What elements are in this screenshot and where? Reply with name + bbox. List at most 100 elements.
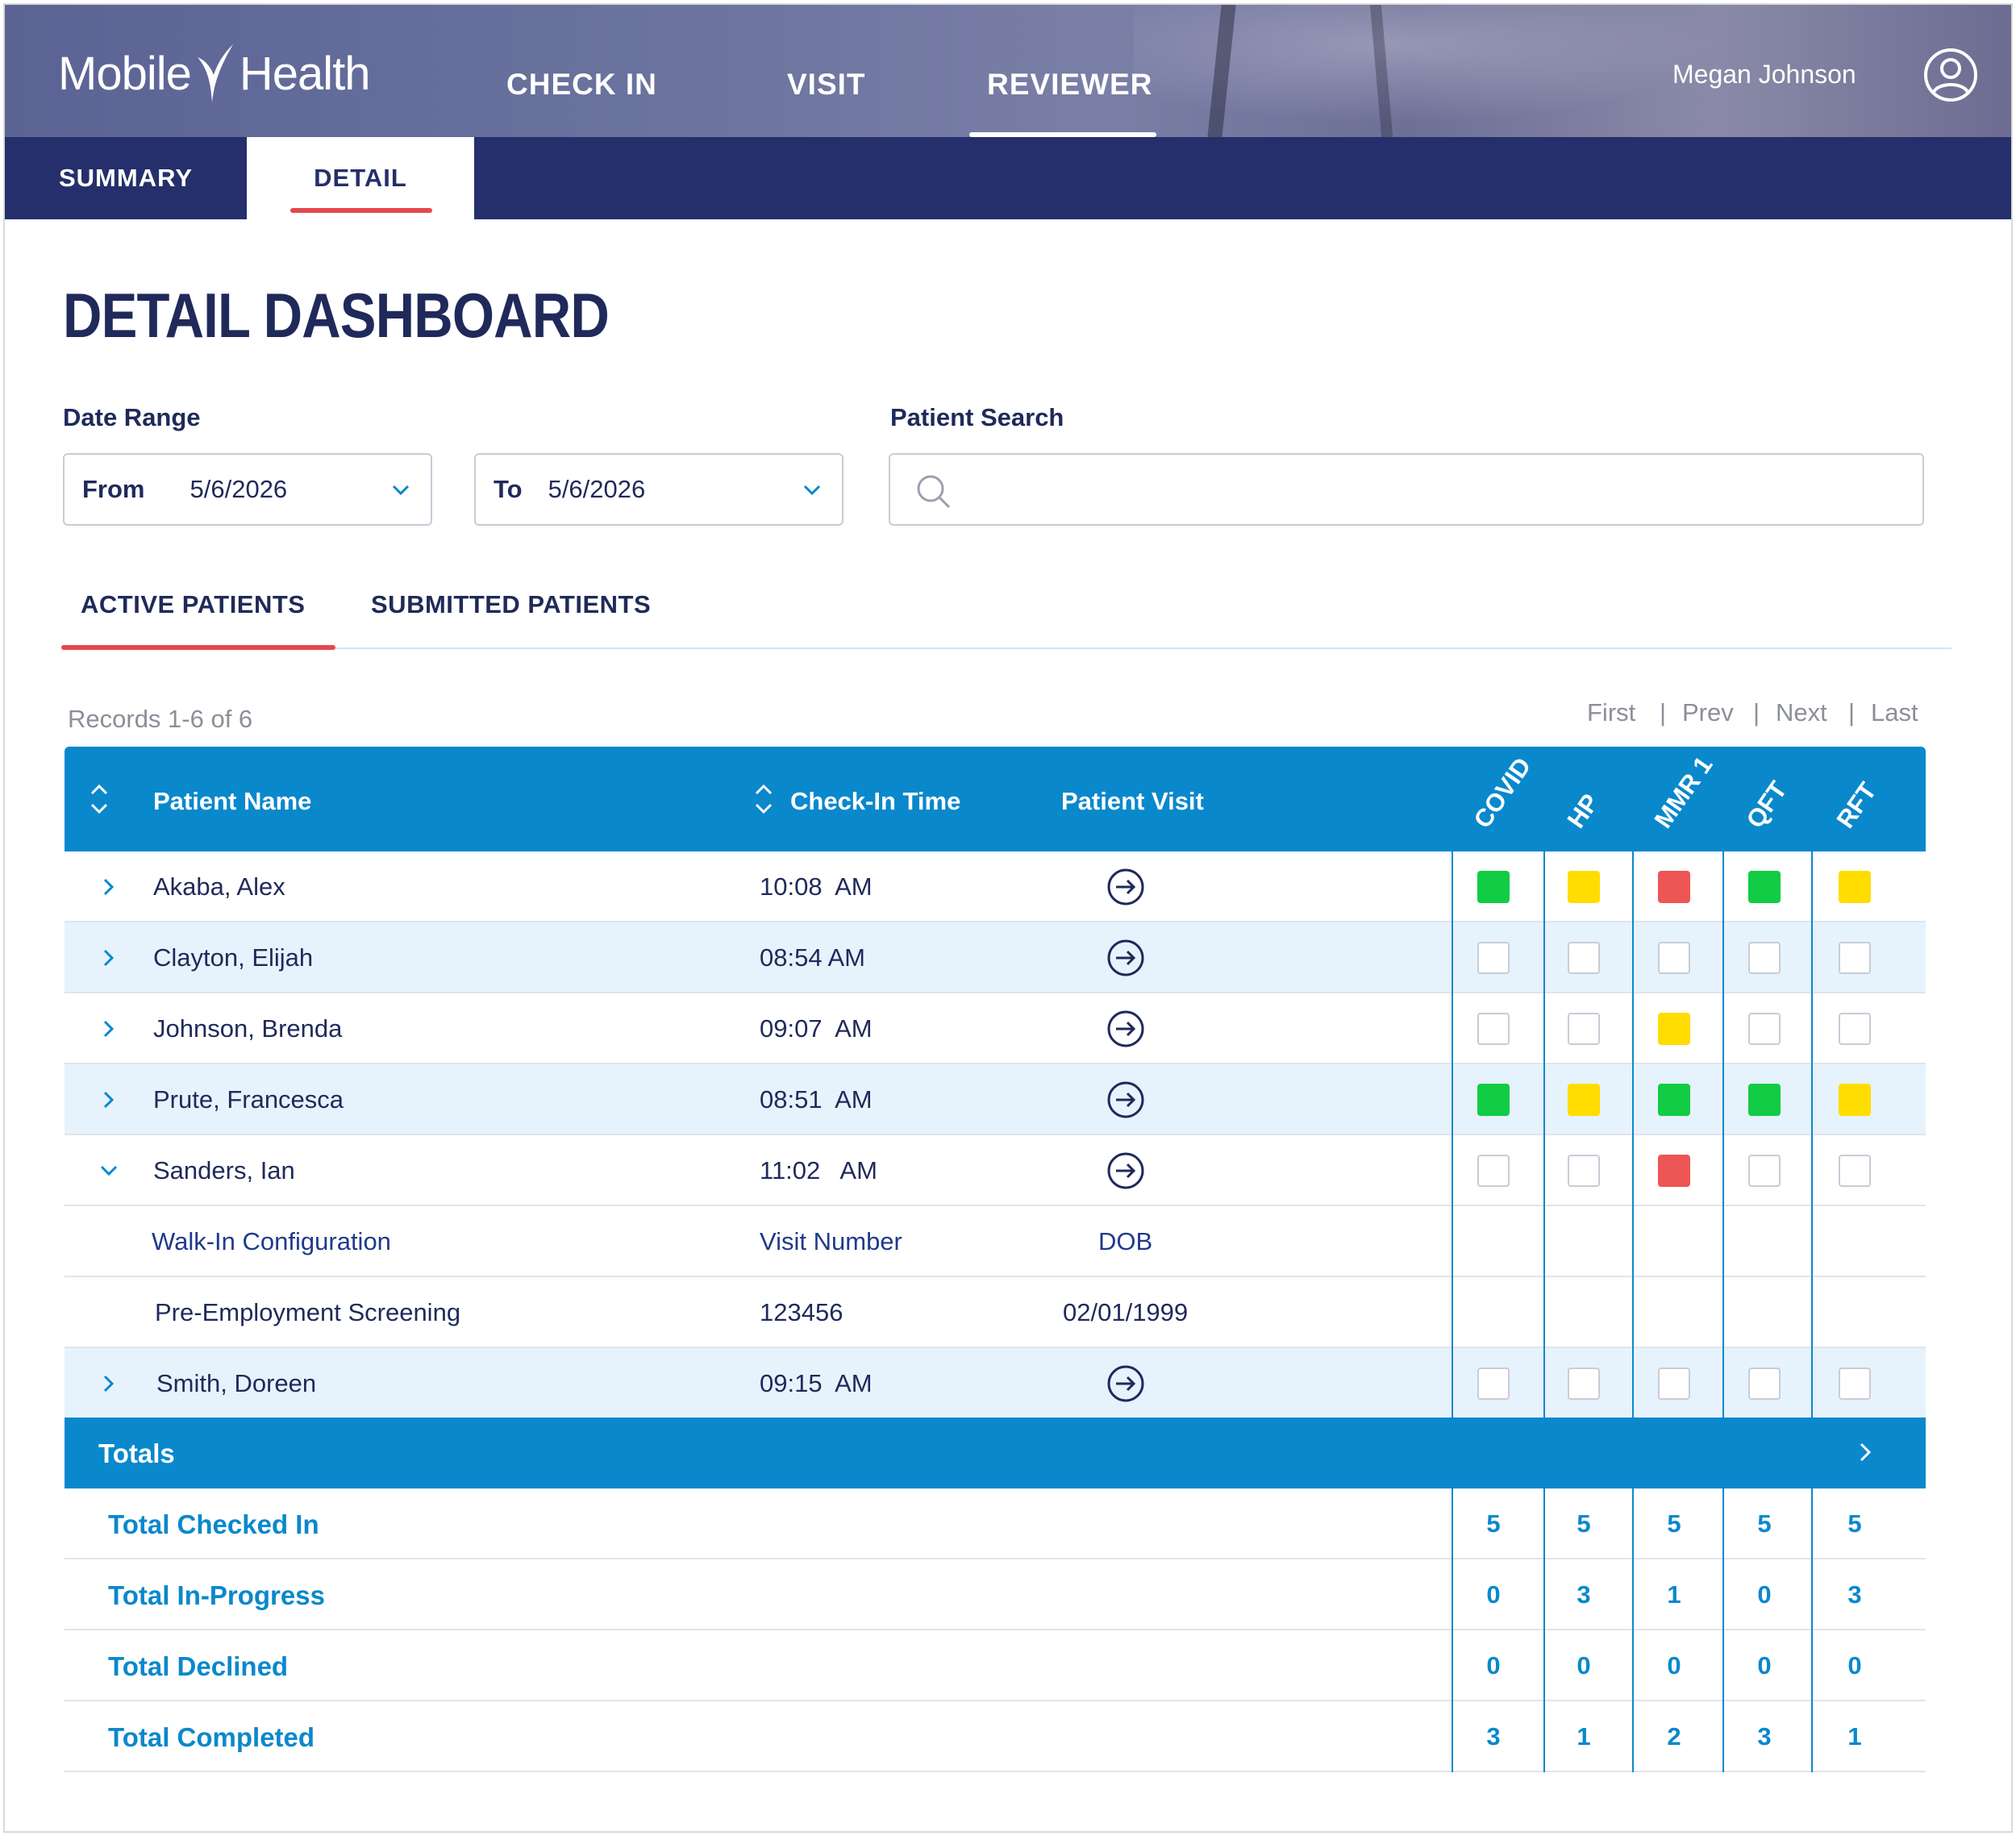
col-test-rft: RFT <box>1831 776 1882 834</box>
status-box-hp[interactable] <box>1568 942 1600 974</box>
from-label: From <box>82 475 145 503</box>
records-count: Records 1-6 of 6 <box>68 705 253 733</box>
totals-row-label: Total In-Progress <box>108 1580 325 1610</box>
totals-value: 2 <box>1667 1722 1681 1751</box>
col-test-hp: HP <box>1561 789 1605 834</box>
totals-value: 3 <box>1486 1722 1501 1751</box>
status-box-qft[interactable] <box>1748 1368 1781 1400</box>
status-box-covid[interactable] <box>1477 1084 1510 1116</box>
totals-value: 5 <box>1847 1509 1862 1538</box>
table-row[interactable]: Sanders, Ian 11:02 AM <box>65 1135 1926 1206</box>
status-box-hp[interactable] <box>1568 1368 1600 1400</box>
status-box-hp[interactable] <box>1568 1155 1600 1187</box>
table-row[interactable]: Clayton, Elijah 08:54 AM <box>65 922 1926 993</box>
status-box-mmr1[interactable] <box>1658 1368 1690 1400</box>
pager-sep: | <box>1660 698 1667 726</box>
arrow-right-circle-icon[interactable] <box>1106 1080 1145 1119</box>
sort-icon[interactable] <box>753 782 774 816</box>
pager-last[interactable]: Last <box>1871 698 1918 727</box>
status-box-qft[interactable] <box>1748 1084 1781 1116</box>
status-box-qft[interactable] <box>1748 1013 1781 1045</box>
status-box-covid[interactable] <box>1477 1368 1510 1400</box>
col-patient-name[interactable]: Patient Name <box>153 787 311 816</box>
status-box-covid[interactable] <box>1477 871 1510 903</box>
check-in-time: 08:54 AM <box>760 943 865 972</box>
arrow-right-circle-icon[interactable] <box>1106 939 1145 977</box>
chevron-right-icon[interactable] <box>98 876 119 897</box>
status-box-hp[interactable] <box>1568 1013 1600 1045</box>
tabs-divider <box>61 647 1951 649</box>
nav-reviewer[interactable]: REVIEWER <box>987 68 1152 102</box>
patient-tab-active-indicator <box>61 645 335 650</box>
user-avatar-icon[interactable] <box>1922 47 1979 103</box>
nav-check-in[interactable]: CHECK IN <box>506 68 657 102</box>
status-box-covid[interactable] <box>1477 1155 1510 1187</box>
status-box-mmr1[interactable] <box>1658 1155 1690 1187</box>
user-name[interactable]: Megan Johnson <box>1672 60 1856 90</box>
patient-name: Clayton, Elijah <box>153 943 314 972</box>
to-date-select[interactable]: To 5/6/2026 <box>474 453 843 526</box>
logo-text-left: Mobile <box>58 47 192 100</box>
from-date-select[interactable]: From 5/6/2026 <box>63 453 432 526</box>
chevron-right-icon[interactable] <box>1855 1440 1876 1464</box>
chevron-right-icon[interactable] <box>98 1089 119 1110</box>
totals-row-label: Total Completed <box>108 1722 315 1752</box>
arrow-right-circle-icon[interactable] <box>1106 868 1145 906</box>
status-box-mmr1[interactable] <box>1658 871 1690 903</box>
status-box-mmr1[interactable] <box>1658 1084 1690 1116</box>
arrow-right-circle-icon[interactable] <box>1106 1010 1145 1048</box>
pager-first[interactable]: First <box>1587 698 1635 727</box>
status-box-qft[interactable] <box>1748 1155 1781 1187</box>
status-box-hp[interactable] <box>1568 1084 1600 1116</box>
status-box-rft[interactable] <box>1839 942 1871 974</box>
status-box-covid[interactable] <box>1477 942 1510 974</box>
status-box-rft[interactable] <box>1839 1084 1871 1116</box>
status-box-rft[interactable] <box>1839 1368 1871 1400</box>
tab-active-patients[interactable]: ACTIVE PATIENTS <box>81 590 305 619</box>
totals-row: Total Completed 3 1 2 3 1 <box>65 1701 1926 1772</box>
table-row[interactable]: Smith, Doreen 09:15 AM <box>65 1348 1926 1419</box>
status-box-rft[interactable] <box>1839 1013 1871 1045</box>
totals-value: 0 <box>1486 1580 1501 1609</box>
chevron-right-icon[interactable] <box>98 947 119 968</box>
patient-search-input[interactable] <box>889 453 1924 526</box>
totals-row-label: Total Checked In <box>108 1509 319 1539</box>
arrow-right-circle-icon[interactable] <box>1106 1364 1145 1403</box>
tab-detail[interactable]: DETAIL <box>247 137 474 219</box>
pager-next[interactable]: Next <box>1776 698 1827 727</box>
tab-submitted-patients[interactable]: SUBMITTED PATIENTS <box>371 590 651 619</box>
logo-text-right: Health <box>239 47 371 100</box>
tab-active-indicator <box>290 208 432 213</box>
status-box-hp[interactable] <box>1568 871 1600 903</box>
expanded-detail-header: Walk-In Configuration Visit Number DOB <box>65 1206 1926 1277</box>
col-test-mmr1: MMR 1 <box>1648 751 1718 834</box>
status-box-qft[interactable] <box>1748 942 1781 974</box>
chevron-down-icon[interactable] <box>98 1160 119 1181</box>
sort-icon[interactable] <box>89 782 110 816</box>
table-row[interactable]: Prute, Francesca 08:51 AM <box>65 1064 1926 1135</box>
totals-label: Totals <box>98 1438 175 1468</box>
from-value: 5/6/2026 <box>190 475 288 503</box>
tab-summary[interactable]: SUMMARY <box>5 137 247 219</box>
col-check-in-time[interactable]: Check-In Time <box>790 787 960 816</box>
table-row[interactable]: Akaba, Alex 10:08 AM <box>65 851 1926 922</box>
chevron-right-icon[interactable] <box>98 1373 119 1394</box>
status-box-rft[interactable] <box>1839 1155 1871 1187</box>
totals-value: 0 <box>1847 1651 1862 1680</box>
table-row[interactable]: Johnson, Brenda 09:07 AM <box>65 993 1926 1064</box>
chevron-down-icon <box>803 485 821 496</box>
expanded-detail-values: Pre-Employment Screening 123456 02/01/1999 <box>65 1277 1926 1348</box>
status-box-qft[interactable] <box>1748 871 1781 903</box>
arrow-right-circle-icon[interactable] <box>1106 1151 1145 1190</box>
top-banner: Mobile Health CHECK IN VISIT REVIEWER Me… <box>5 5 2011 137</box>
status-box-covid[interactable] <box>1477 1013 1510 1045</box>
totals-value: 3 <box>1847 1580 1862 1609</box>
status-box-rft[interactable] <box>1839 871 1871 903</box>
nav-visit[interactable]: VISIT <box>787 68 866 102</box>
pager-prev[interactable]: Prev <box>1682 698 1734 727</box>
status-box-mmr1[interactable] <box>1658 1013 1690 1045</box>
status-box-mmr1[interactable] <box>1658 942 1690 974</box>
totals-bar[interactable]: Totals <box>65 1418 1926 1488</box>
app-logo[interactable]: Mobile Health <box>58 37 371 110</box>
chevron-right-icon[interactable] <box>98 1018 119 1039</box>
